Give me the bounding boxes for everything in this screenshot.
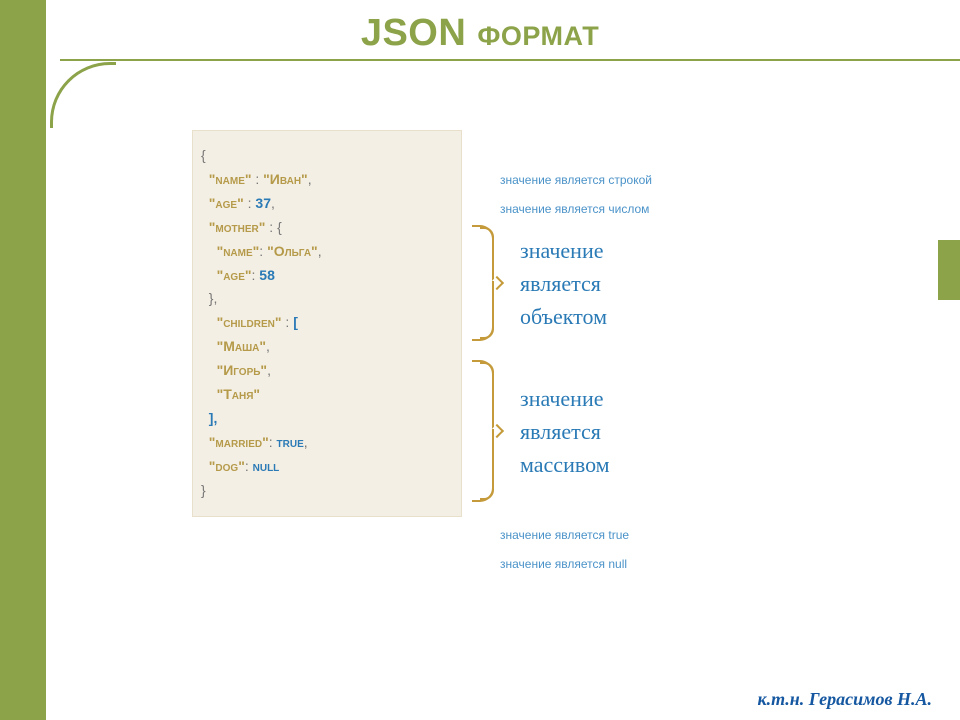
brace-array xyxy=(472,360,494,502)
note-array: значение является массивом xyxy=(520,382,610,481)
note-string: значение является строкой xyxy=(500,171,652,189)
author-credit: к.т.н. Герасимов Н.А. xyxy=(757,689,932,710)
json-code-block: { "name" : "Иван", "age" : 37, "mother" … xyxy=(192,130,462,517)
right-edge-mark xyxy=(938,240,960,300)
top-rule xyxy=(60,59,960,61)
note-object: значение является объектом xyxy=(520,234,607,333)
note-true: значение является true xyxy=(500,526,629,544)
brace-object xyxy=(472,225,494,341)
corner-arc xyxy=(50,62,170,182)
note-number: значение является числом xyxy=(500,200,649,218)
slide-title: JSON формат xyxy=(0,12,960,55)
left-band xyxy=(0,0,46,720)
note-null: значение является null xyxy=(500,555,627,573)
